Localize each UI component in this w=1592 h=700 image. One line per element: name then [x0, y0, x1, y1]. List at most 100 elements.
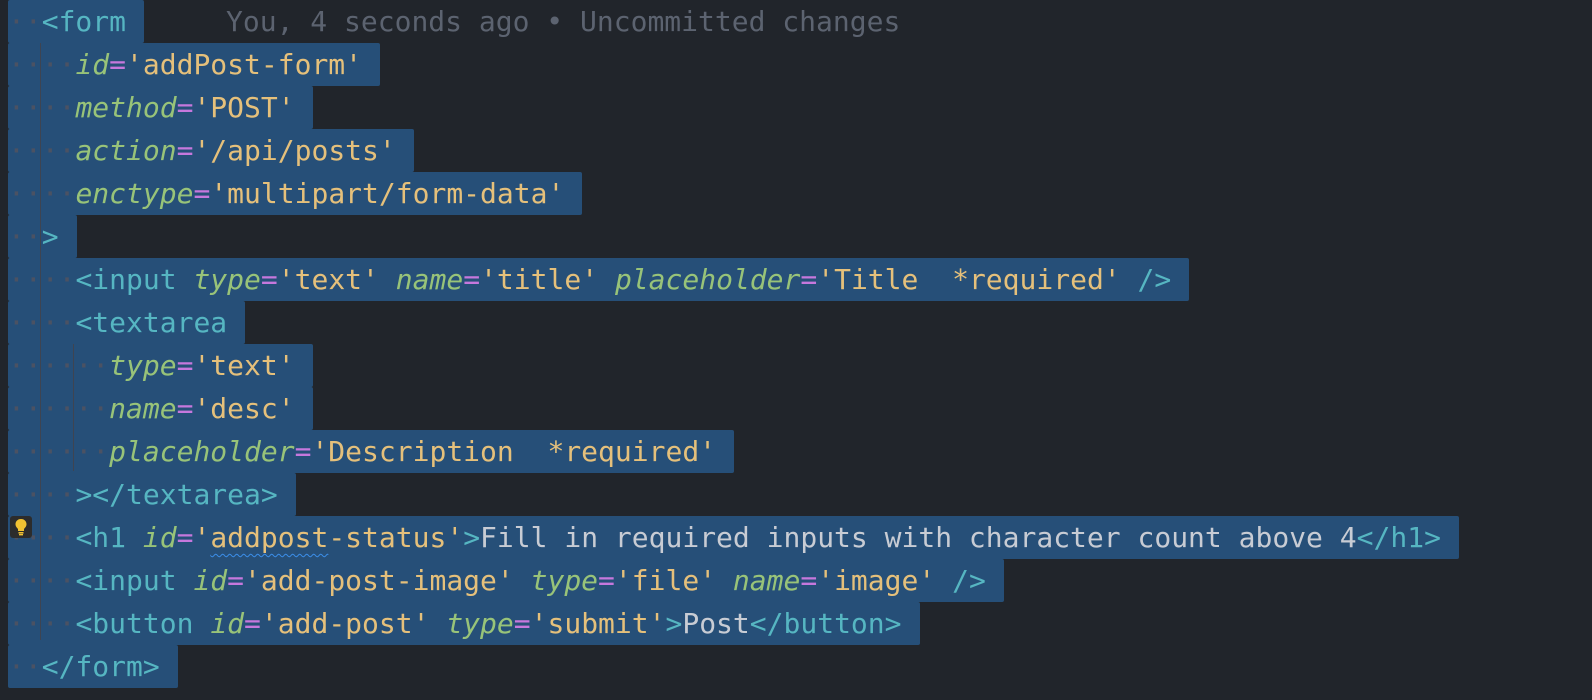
indent-guide — [40, 43, 41, 640]
code-token: 'submit' — [530, 607, 666, 640]
code-token: = — [513, 607, 531, 640]
code-token: 'image' — [817, 564, 936, 597]
code-token: = — [176, 134, 194, 167]
code-token: ></textarea> — [75, 478, 278, 511]
code-line[interactable]: ···· <input type ='text' name ='title' plac… — [0, 258, 1190, 301]
code-token: = — [176, 521, 194, 554]
git-blame-annotation: You, 4 seconds ago • Uncommitted changes — [226, 5, 901, 38]
code-token: = — [294, 435, 312, 468]
code-line[interactable]: ···· <textarea — [0, 301, 246, 344]
code-token: <input — [75, 263, 177, 296]
code-line[interactable]: ···· <button id ='add-post' type ='submit' >… — [0, 602, 920, 645]
code-token: action — [75, 134, 177, 167]
code-token: type — [530, 564, 599, 597]
code-token: = — [800, 263, 818, 296]
code-token: 'text' — [193, 349, 295, 382]
code-line[interactable]: ···· ></textarea> — [0, 473, 296, 516]
code-token: </h1> — [1356, 521, 1441, 554]
code-token: = — [109, 48, 127, 81]
code-token: placeholder — [109, 435, 295, 468]
code-line[interactable]: ·· </form> — [0, 645, 178, 688]
code-token: ···· — [8, 48, 76, 81]
code-token: = — [463, 263, 481, 296]
code-token: <form — [41, 5, 127, 38]
code-token: <input — [75, 564, 177, 597]
code-token: id — [210, 607, 245, 640]
code-line[interactable]: ···· <h1 id = ' addpost -status' > Fill in requ… — [0, 516, 1459, 559]
code-token: /> — [1137, 263, 1172, 296]
code-line[interactable]: ···· <input id ='add-post-image' type ='fil… — [0, 559, 1004, 602]
code-token: <h1 — [75, 521, 127, 554]
code-token: <textarea — [75, 306, 228, 339]
code-token: type — [109, 349, 177, 382]
code-token: ···· — [8, 478, 76, 511]
code-token: 'POST' — [193, 91, 295, 124]
code-line[interactable]: ···· method = 'POST' — [0, 86, 313, 129]
code-token: ···· — [8, 177, 76, 210]
code-token: ······ — [8, 435, 110, 468]
code-editor[interactable]: ·· <form You, 4 seconds ago • Uncommitted … — [0, 0, 1592, 700]
code-token: 'multipart/form-data' — [210, 177, 565, 210]
code-token: ······ — [8, 392, 110, 425]
code-token: 'add-post-image' — [244, 564, 514, 597]
code-token: Fill in required inputs with character c… — [480, 521, 1357, 554]
code-line[interactable]: ·· > — [0, 215, 77, 258]
code-token: ·· — [8, 650, 42, 683]
code-token: '/api/posts' — [193, 134, 396, 167]
code-token: = — [244, 607, 261, 640]
code-token: type — [193, 263, 261, 296]
code-token: = — [176, 91, 194, 124]
code-line[interactable]: ······ name ='desc' — [0, 387, 313, 430]
code-token: ···· — [8, 607, 76, 640]
code-token: method — [75, 91, 177, 124]
code-token: ·· — [8, 5, 42, 38]
code-token: ······ — [8, 349, 110, 382]
code-token: 'addPost-form' — [126, 48, 363, 81]
code-token: = — [800, 564, 818, 597]
code-token: = — [176, 349, 194, 382]
code-line[interactable]: ···· id ='addPost-form' — [0, 43, 381, 86]
code-line[interactable]: ······ type ='text' — [0, 344, 313, 387]
code-token: 'desc' — [193, 392, 295, 425]
code-token: id — [193, 564, 228, 597]
code-token: -status' — [328, 521, 464, 554]
code-token: placeholder — [614, 263, 801, 296]
code-token: ·· — [8, 220, 42, 253]
code-token: > — [41, 220, 59, 253]
code-token: ···· — [8, 306, 76, 339]
code-token: id — [75, 48, 110, 81]
code-token: enctype — [75, 177, 194, 210]
indent-guide — [73, 344, 74, 471]
code-token: = — [193, 177, 211, 210]
code-token: > — [463, 521, 481, 554]
code-token: </form> — [41, 650, 160, 683]
code-line[interactable]: ···· enctype ='multipart/form-data' — [0, 172, 583, 215]
code-token: ' — [193, 521, 211, 554]
code-token: = — [598, 564, 615, 597]
code-token: 'Description *required' — [311, 435, 717, 468]
code-line[interactable]: ······ placeholder = 'Description *required… — [0, 430, 735, 473]
code-token: id — [142, 521, 177, 554]
code-token: > — [665, 607, 683, 640]
code-token: addpost — [210, 521, 329, 554]
code-token: name — [109, 392, 177, 425]
lightbulb-icon[interactable] — [10, 516, 32, 538]
code-token: ···· — [8, 564, 76, 597]
code-line[interactable]: ·· <form You, 4 seconds ago • Uncommitted … — [0, 0, 900, 43]
code-token: ···· — [8, 91, 76, 124]
code-token: </button> — [749, 607, 902, 640]
code-token: Post — [682, 607, 750, 640]
code-token: 'file' — [614, 564, 717, 597]
code-line[interactable]: ···· action = '/api/posts' — [0, 129, 414, 172]
code-token: name — [732, 564, 801, 597]
